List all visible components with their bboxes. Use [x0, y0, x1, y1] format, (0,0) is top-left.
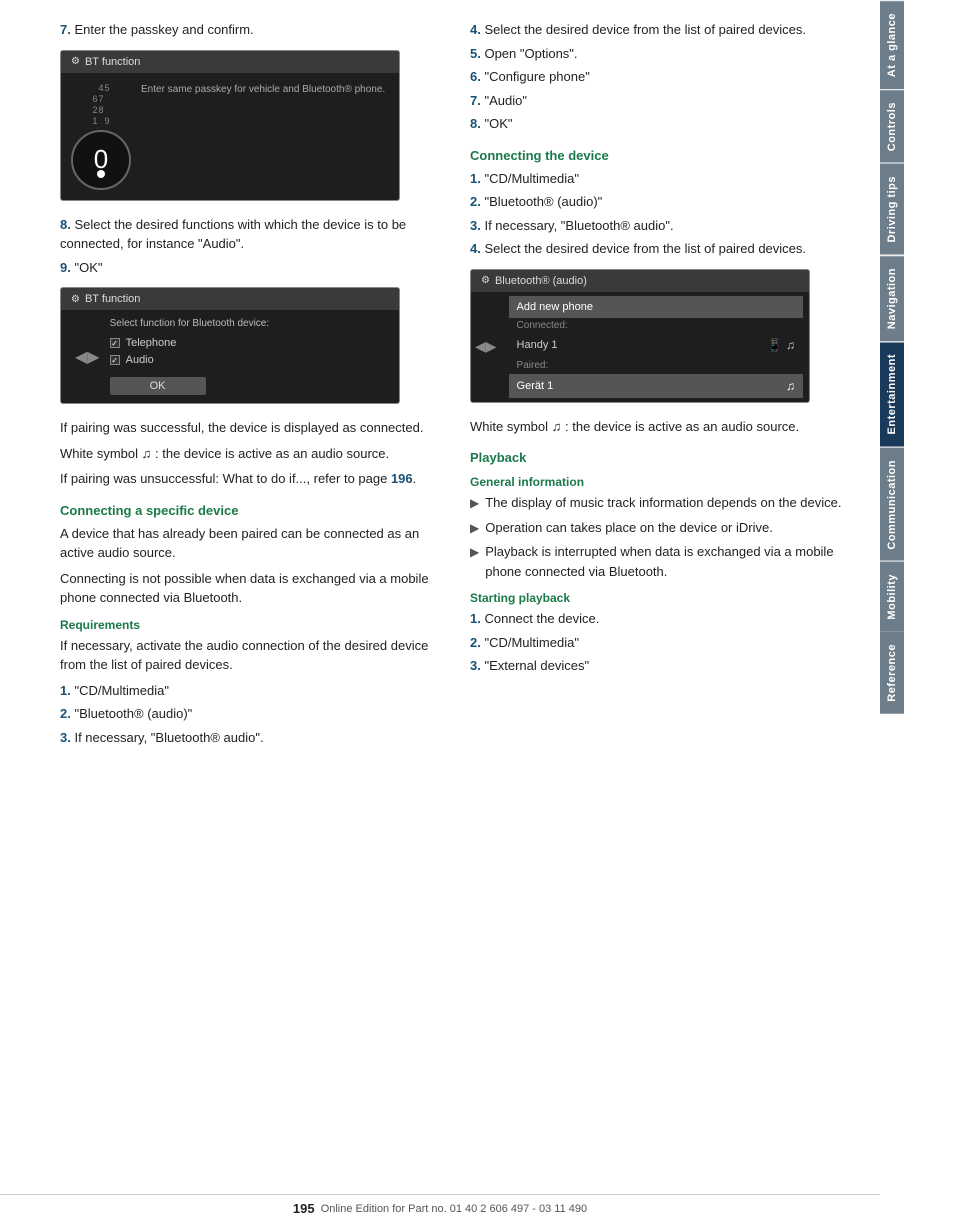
step-9: 9. "OK"	[60, 258, 440, 278]
passkey-body: 45 67 28 19 0 Enter same passkey for veh…	[61, 73, 399, 200]
bt-checkbox-audio: ✓	[110, 355, 120, 365]
left-column: 7. Enter the passkey and confirm. ⚙ BT f…	[60, 20, 440, 751]
right-bullets: ▶The display of music track information …	[470, 493, 850, 581]
right-steps-top: 4. Select the desired device from the li…	[470, 20, 850, 134]
right-connecting-step-2: 2. "Bluetooth® (audio)"	[470, 192, 850, 212]
footer-text: Online Edition for Part no. 01 40 2 606 …	[321, 1203, 587, 1215]
main-content: 7. Enter the passkey and confirm. ⚙ BT f…	[0, 0, 880, 1222]
bullet-item-3: ▶Playback is interrupted when data is ex…	[470, 542, 850, 581]
bt-icon2: ⚙	[71, 294, 80, 305]
handy1-icons: 📱 ♫	[767, 338, 795, 352]
step-8-text: Select the desired functions with which …	[60, 217, 406, 252]
bt-nav-arrows: ◀▶	[75, 318, 100, 395]
sidebar-tab-entertainment[interactable]: Entertainment	[880, 341, 904, 446]
paired-label: Paired:	[509, 357, 803, 374]
bullet-item-1: ▶The display of music track information …	[470, 493, 850, 513]
bt-title-bar: ⚙ BT function	[61, 288, 399, 310]
left-req-steps: 1. "CD/Multimedia" 2. "Bluetooth® (audio)…	[60, 681, 440, 748]
sidebar-tab-mobility[interactable]: Mobility	[880, 561, 904, 632]
general-info-heading: General information	[470, 475, 850, 489]
step-9-text: "OK"	[74, 260, 102, 275]
para-requirements: If necessary, activate the audio connect…	[60, 636, 440, 675]
bt-option-telephone: ✓ Telephone	[110, 337, 389, 349]
bullet-item-2: ▶Operation can takes place on the device…	[470, 518, 850, 538]
passkey-dial: 45 67 28 19 0	[71, 83, 131, 190]
bt-option-audio: ✓ Audio	[110, 354, 389, 366]
bt-audio-body: ◀▶ Add new phone Connected: Handy 1 📱 ♫ …	[471, 292, 809, 402]
passkey-dial-circle: 0	[71, 130, 131, 190]
para-pairing-success: If pairing was successful, the device is…	[60, 418, 440, 438]
sidebar-tab-reference[interactable]: Reference	[880, 632, 904, 714]
footer: 195 Online Edition for Part no. 01 40 2 …	[0, 1194, 880, 1222]
right-top-step-7: 7. "Audio"	[470, 91, 850, 111]
bt-icon3: ⚙	[481, 275, 490, 286]
left-req-step-2: 2. "Bluetooth® (audio)"	[60, 704, 440, 724]
para-connecting-not-possible: Connecting is not possible when data is …	[60, 569, 440, 608]
bt-body: ◀▶ Select function for Bluetooth device:…	[61, 310, 399, 403]
starting-playback-heading: Starting playback	[470, 591, 850, 605]
right-connecting-step-1: 1. "CD/Multimedia"	[470, 169, 850, 189]
right-starting-step-3: 3. "External devices"	[470, 656, 850, 676]
passkey-screen-mockup: ⚙ BT function 45 67 28 19 0	[60, 50, 400, 201]
left-req-step-3: 3. If necessary, "Bluetooth® audio".	[60, 728, 440, 748]
bt-function-mockup: ⚙ BT function ◀▶ Select function for Blu…	[60, 287, 400, 404]
right-starting-step-2: 2. "CD/Multimedia"	[470, 633, 850, 653]
bt-add-new-phone: Add new phone	[509, 296, 803, 318]
sidebar-tab-at-a-glance[interactable]: At a glance	[880, 0, 904, 89]
bt-ok-button[interactable]: OK	[110, 377, 206, 395]
right-top-step-8: 8. "OK"	[470, 114, 850, 134]
sidebar-tab-navigation[interactable]: Navigation	[880, 255, 904, 341]
para-white-symbol: White symbol ♫ : the device is active as…	[60, 444, 440, 464]
right-starting-step-1: 1. Connect the device.	[470, 609, 850, 629]
step-7: 7. Enter the passkey and confirm.	[60, 20, 440, 40]
bt-audio-title: ⚙ Bluetooth® (audio)	[471, 270, 809, 292]
page-number: 195	[293, 1201, 315, 1216]
right-connecting-steps: 1. "CD/Multimedia" 2. "Bluetooth® (audio)…	[470, 169, 850, 259]
bt-gerat1-row: Gerät 1 ♫	[509, 374, 803, 398]
right-starting-steps: 1. Connect the device. 2. "CD/Multimedia"…	[470, 609, 850, 676]
step-8: 8. Select the desired functions with whi…	[60, 215, 440, 254]
bt-audio-list: Add new phone Connected: Handy 1 📱 ♫ Pai…	[509, 296, 803, 398]
para-device-already-paired: A device that has already been paired ca…	[60, 524, 440, 563]
connecting-device-heading: Connecting the device	[470, 148, 850, 163]
right-top-step-6: 6. "Configure phone"	[470, 67, 850, 87]
right-column: 4. Select the desired device from the li…	[470, 20, 850, 751]
bt-icon: ⚙	[71, 56, 80, 67]
bt-audio-nav: ◀▶	[471, 296, 501, 398]
para-pairing-fail: If pairing was unsuccessful: What to do …	[60, 469, 440, 489]
bt-audio-mockup: ⚙ Bluetooth® (audio) ◀▶ Add new phone Co…	[470, 269, 810, 403]
playback-heading: Playback	[470, 450, 850, 465]
right-top-step-5: 5. Open "Options".	[470, 44, 850, 64]
sidebar-tab-driving-tips[interactable]: Driving tips	[880, 163, 904, 255]
left-req-step-1: 1. "CD/Multimedia"	[60, 681, 440, 701]
right-para-white-symbol: White symbol ♫ : the device is active as…	[470, 417, 850, 437]
sidebar-tab-controls[interactable]: Controls	[880, 89, 904, 163]
passkey-info-text: Enter same passkey for vehicle and Bluet…	[141, 83, 385, 190]
passkey-title-bar: ⚙ BT function	[61, 51, 399, 73]
sidebar-tabs: At a glanceControlsDriving tipsNavigatio…	[880, 0, 960, 714]
dial-indicator	[97, 170, 105, 178]
requirements-heading: Requirements	[60, 618, 440, 632]
connecting-specific-device-heading: Connecting a specific device	[60, 503, 440, 518]
bt-handy1-row: Handy 1 📱 ♫	[509, 333, 803, 357]
right-top-step-4: 4. Select the desired device from the li…	[470, 20, 850, 40]
right-connecting-step-4: 4. Select the desired device from the li…	[470, 239, 850, 259]
bt-options: Select function for Bluetooth device: ✓ …	[110, 318, 389, 395]
right-connecting-step-3: 3. If necessary, "Bluetooth® audio".	[470, 216, 850, 236]
sidebar-tab-communication[interactable]: Communication	[880, 447, 904, 562]
sidebar: At a glanceControlsDriving tipsNavigatio…	[880, 0, 960, 1222]
connected-label: Connected:	[509, 318, 803, 333]
gerat1-icons: ♫	[786, 379, 795, 393]
bt-checkbox-telephone: ✓	[110, 338, 120, 348]
page-link-196[interactable]: 196	[391, 471, 413, 486]
